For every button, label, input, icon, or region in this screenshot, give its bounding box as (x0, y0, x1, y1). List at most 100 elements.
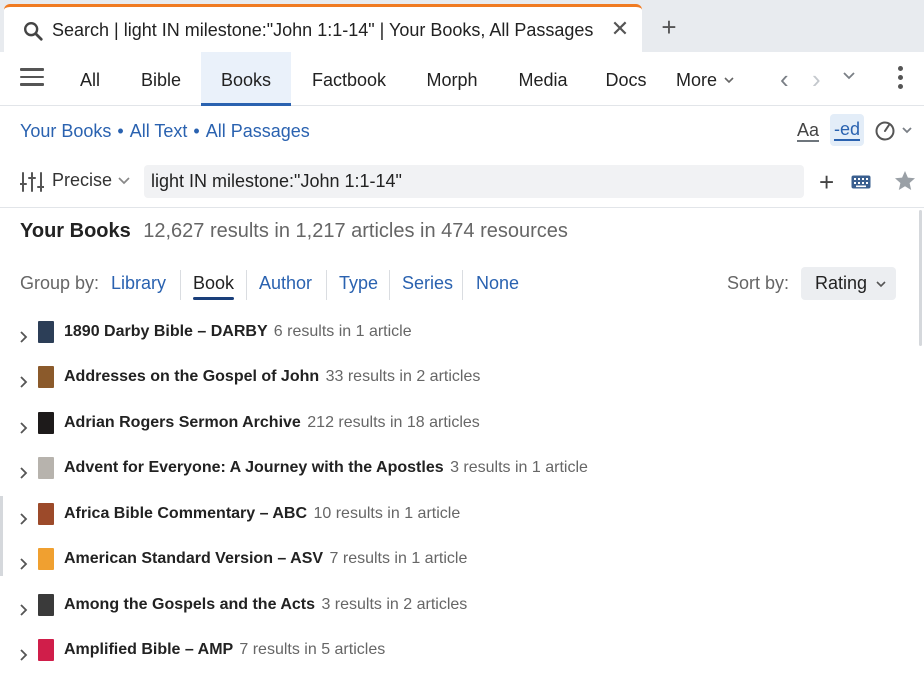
search-scope: Your Books • All Text • All Passages (20, 121, 310, 142)
search-input[interactable]: light IN milestone:"John 1:1-14" (144, 165, 804, 198)
chevron-down-icon[interactable] (118, 176, 130, 186)
book-title[interactable]: Amplified Bible – AMP 7 results in 5 art… (64, 641, 385, 659)
book-result-count: 33 results in 2 articles (325, 368, 481, 385)
chevron-right-icon[interactable] (18, 466, 30, 480)
add-search-term-icon[interactable]: + (819, 169, 834, 195)
list-item[interactable]: Among the Gospels and the Acts 3 results… (0, 594, 900, 634)
book-cover-icon (38, 639, 54, 661)
tab-more[interactable]: More (672, 52, 738, 106)
tab-factbook[interactable]: Factbook (302, 52, 396, 106)
book-title[interactable]: Adrian Rogers Sermon Archive 212 results… (64, 414, 480, 432)
book-title[interactable]: Among the Gospels and the Acts 3 results… (64, 596, 467, 614)
book-result-count: 3 results in 1 article (450, 459, 588, 476)
book-title[interactable]: American Standard Version – ASV 7 result… (64, 550, 467, 568)
back-arrow-icon[interactable]: ‹ (780, 66, 789, 92)
keyboard-icon[interactable] (851, 175, 871, 189)
menu-icon[interactable] (20, 68, 44, 88)
group-by-book[interactable]: Book (193, 273, 235, 300)
book-title[interactable]: Addresses on the Gospel of John 33 resul… (64, 368, 480, 386)
chevron-right-icon[interactable] (18, 512, 30, 526)
tab-books[interactable]: Books (201, 52, 291, 106)
group-by-series[interactable]: Series (402, 273, 453, 294)
list-item[interactable]: American Standard Version – ASV 7 result… (0, 548, 900, 588)
scope-all-passages[interactable]: All Passages (206, 121, 310, 141)
history-chevron-down-icon[interactable] (841, 68, 857, 84)
separator (180, 270, 181, 300)
list-item[interactable]: Africa Bible Commentary – ABC 10 results… (0, 503, 900, 543)
book-cover-icon (38, 548, 54, 570)
chevron-right-icon[interactable] (18, 421, 30, 435)
tab-title: Search | light IN milestone:"John 1:1-14… (52, 20, 594, 40)
group-by-label: Group by: (20, 273, 100, 293)
tab-bible[interactable]: Bible (130, 52, 192, 106)
search-mode-label[interactable]: Precise (52, 170, 112, 191)
sort-by-label: Sort by: (727, 273, 790, 293)
group-by-author[interactable]: Author (259, 273, 312, 294)
book-title-text: Advent for Everyone: A Journey with the … (64, 459, 444, 476)
group-by-library[interactable]: Library (111, 273, 166, 294)
sliders-icon[interactable] (20, 171, 44, 193)
chevron-right-icon[interactable] (18, 375, 30, 389)
list-item[interactable]: 1890 Darby Bible – DARBY 6 results in 1 … (0, 321, 900, 361)
list-item[interactable]: Advent for Everyone: A Journey with the … (0, 457, 900, 497)
more-options-icon[interactable] (896, 66, 904, 92)
chevron-right-icon[interactable] (18, 648, 30, 662)
scope-separator: • (117, 121, 124, 141)
results-heading: Your Books (20, 220, 131, 242)
inflected-forms-button[interactable]: -ed (830, 114, 864, 146)
tab-all[interactable]: All (66, 52, 114, 106)
search-icon (24, 22, 43, 41)
book-title-text: Addresses on the Gospel of John (64, 368, 320, 385)
chevron-right-icon[interactable] (18, 330, 30, 344)
tab-morph[interactable]: Morph (416, 52, 488, 106)
book-result-count: 7 results in 1 article (329, 550, 468, 567)
scope-your-books[interactable]: Your Books (20, 121, 111, 141)
chevron-right-icon[interactable] (18, 603, 30, 617)
separator (389, 270, 390, 300)
forward-arrow-icon[interactable]: › (812, 66, 821, 92)
separator (462, 270, 463, 300)
book-title-text: American Standard Version – ASV (64, 550, 324, 567)
chevron-down-icon (724, 77, 734, 84)
inflected-forms-label: -ed (833, 119, 860, 141)
group-by-type[interactable]: Type (339, 273, 378, 294)
list-item[interactable]: Adrian Rogers Sermon Archive 212 results… (0, 412, 900, 452)
more-label: More (675, 70, 717, 90)
scrollbar[interactable] (919, 210, 922, 346)
chevron-down-icon (876, 281, 886, 288)
chevron-right-icon[interactable] (18, 557, 30, 571)
list-item[interactable]: Amplified Bible – AMP 7 results in 5 art… (0, 639, 900, 674)
results-header: Your Books 12,627 results in 1,217 artic… (20, 220, 568, 243)
sort-by-dropdown[interactable]: Rating (801, 267, 896, 300)
book-cover-icon (38, 366, 54, 388)
scope-all-text[interactable]: All Text (130, 121, 188, 141)
book-title-text: 1890 Darby Bible – DARBY (64, 323, 268, 340)
star-icon[interactable] (893, 169, 917, 193)
close-icon[interactable]: ✕ (608, 17, 632, 41)
book-title-text: Adrian Rogers Sermon Archive (64, 414, 301, 431)
plus-icon[interactable]: + (656, 14, 682, 40)
book-title[interactable]: 1890 Darby Bible – DARBY 6 results in 1 … (64, 323, 412, 341)
timer-icon[interactable] (874, 118, 914, 144)
pane-edge (0, 496, 3, 576)
font-options-button[interactable]: Aa (797, 120, 820, 142)
book-title-text: Africa Bible Commentary – ABC (64, 505, 308, 522)
tab-strip: Search | light IN milestone:"John 1:1-14… (0, 0, 924, 52)
book-title-text: Among the Gospels and the Acts (64, 596, 315, 613)
group-by-none[interactable]: None (476, 273, 519, 294)
book-title[interactable]: Africa Bible Commentary – ABC 10 results… (64, 505, 460, 523)
sort-by-value: Rating (815, 273, 868, 293)
book-result-count: 6 results in 1 article (273, 323, 412, 340)
search-tab[interactable]: Search | light IN milestone:"John 1:1-14… (4, 4, 642, 52)
book-cover-icon (38, 594, 54, 616)
book-result-count: 7 results in 5 articles (239, 641, 386, 658)
tab-docs[interactable]: Docs (598, 52, 654, 106)
list-item[interactable]: Addresses on the Gospel of John 33 resul… (0, 366, 900, 406)
book-cover-icon (38, 503, 54, 525)
book-title-text: Amplified Bible – AMP (64, 641, 233, 658)
tab-media[interactable]: Media (508, 52, 578, 106)
divider (0, 207, 924, 208)
scope-separator: • (193, 121, 200, 141)
book-title[interactable]: Advent for Everyone: A Journey with the … (64, 459, 588, 477)
separator (246, 270, 247, 300)
